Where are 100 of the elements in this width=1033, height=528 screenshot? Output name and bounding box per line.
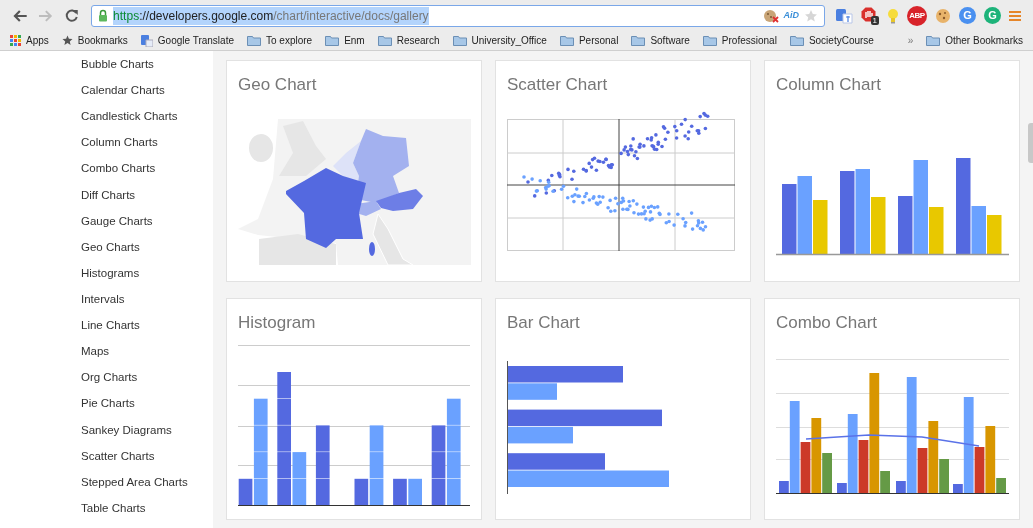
card-title: Histogram bbox=[238, 313, 317, 333]
apps-grid-icon bbox=[10, 35, 21, 46]
chart-bar bbox=[446, 425, 461, 452]
bookmark[interactable]: SocietyCourse bbox=[789, 33, 874, 48]
sidebar-link[interactable]: Maps bbox=[81, 345, 213, 372]
card-title: Scatter Chart bbox=[507, 75, 609, 95]
chart-bar bbox=[431, 425, 446, 452]
bookmark[interactable]: Research bbox=[377, 33, 440, 48]
lock-icon bbox=[98, 9, 109, 22]
folder-icon bbox=[452, 35, 467, 46]
folder-icon bbox=[377, 35, 392, 46]
url-text: https://developers.google.com/chart/interactive/docs/gallery bbox=[113, 6, 429, 25]
folder-icon bbox=[559, 35, 574, 46]
sidebar-link[interactable]: Histograms bbox=[81, 266, 213, 293]
sidebar-link[interactable]: Calendar Charts bbox=[81, 84, 213, 111]
chart-bar bbox=[277, 372, 291, 399]
menu-icon[interactable] bbox=[1009, 9, 1021, 22]
chart-bar bbox=[238, 478, 253, 505]
chart-bar bbox=[393, 478, 407, 505]
card-title: Bar Chart bbox=[507, 313, 581, 333]
chart-bar bbox=[354, 478, 369, 505]
folder-icon bbox=[789, 35, 804, 46]
sidebar-link[interactable]: Geo Charts bbox=[81, 240, 213, 267]
notification-badge: 1 bbox=[870, 15, 879, 25]
chart-bar bbox=[315, 425, 330, 452]
star-icon[interactable] bbox=[804, 8, 818, 23]
sidebar-link[interactable]: Scatter Charts bbox=[81, 449, 213, 476]
translate-icon[interactable] bbox=[835, 7, 853, 24]
bookmark[interactable]: Enm bbox=[325, 33, 365, 48]
cookie-icon[interactable] bbox=[762, 8, 779, 23]
bookmark[interactable]: Bookmarks bbox=[61, 33, 128, 48]
chart-bar bbox=[253, 478, 268, 505]
sidebar-link[interactable]: Org Charts bbox=[81, 371, 213, 398]
chart-bar bbox=[446, 478, 461, 505]
chart-bar bbox=[408, 478, 422, 505]
folder-icon bbox=[702, 35, 717, 46]
address-bar[interactable]: https://developers.google.com/chart/interactive/docs/gallery AiD bbox=[91, 4, 825, 27]
sidebar-link[interactable]: Stepped Area Charts bbox=[81, 475, 213, 502]
chart-bar bbox=[277, 425, 291, 452]
chart-bar bbox=[253, 452, 268, 479]
chart-card[interactable]: Column Chart bbox=[764, 60, 1020, 282]
sidebar-link[interactable]: Combo Charts bbox=[81, 162, 213, 189]
chart-bar bbox=[987, 215, 1002, 254]
bookmark[interactable]: Apps bbox=[10, 33, 49, 48]
folder-icon bbox=[926, 35, 941, 46]
sidebar-link[interactable]: Bubble Charts bbox=[81, 58, 213, 85]
bookmark[interactable]: Personal bbox=[559, 33, 619, 48]
chart-card[interactable]: Histogram bbox=[226, 298, 482, 520]
reload-icon[interactable] bbox=[65, 8, 80, 23]
chart-bar bbox=[446, 452, 461, 479]
chart-card[interactable]: Bar Chart bbox=[495, 298, 751, 520]
bookmark[interactable]: Professional bbox=[702, 33, 777, 48]
extension-label[interactable]: AiD bbox=[783, 8, 799, 23]
chart-card[interactable]: Scatter Chart bbox=[495, 60, 751, 282]
bookmark[interactable]: To explore bbox=[247, 33, 313, 48]
stop-hand-extension[interactable]: 1 bbox=[861, 6, 879, 25]
chart-bar bbox=[782, 184, 797, 254]
bookmark[interactable]: Other Bookmarks bbox=[926, 33, 1023, 48]
chart-card[interactable]: Geo Chart bbox=[226, 60, 482, 282]
overflow-chevron[interactable]: » bbox=[907, 33, 914, 48]
chart-bar bbox=[277, 478, 291, 505]
sidebar-link[interactable]: Diff Charts bbox=[81, 188, 213, 215]
chart-bar bbox=[369, 478, 384, 505]
chart-bar bbox=[253, 425, 268, 452]
chart-bar bbox=[315, 452, 330, 479]
sidebar-link[interactable]: Pie Charts bbox=[81, 397, 213, 424]
folder-icon bbox=[325, 35, 340, 46]
chart-card[interactable]: Combo Chart bbox=[764, 298, 1020, 520]
sidebar-link[interactable]: Gauge Charts bbox=[81, 214, 213, 241]
back-icon[interactable] bbox=[12, 8, 28, 23]
chart-bar bbox=[253, 398, 268, 425]
scrollbar-thumb[interactable] bbox=[1028, 123, 1033, 163]
sidebar-link[interactable]: Line Charts bbox=[81, 319, 213, 346]
bookmark[interactable]: University_Office bbox=[452, 33, 547, 48]
card-title: Geo Chart bbox=[238, 75, 318, 95]
folder-icon bbox=[247, 35, 261, 46]
cookie-icon[interactable] bbox=[935, 7, 951, 24]
chart-bar bbox=[446, 398, 461, 425]
card-title: Combo Chart bbox=[776, 313, 879, 333]
chart-bar bbox=[369, 452, 384, 479]
chart-bar bbox=[431, 478, 446, 505]
sidebar-link[interactable]: Table Charts bbox=[81, 501, 213, 528]
chart-bar bbox=[277, 452, 291, 479]
chart-bar bbox=[292, 478, 307, 505]
adblock-button[interactable]: ABP bbox=[907, 5, 927, 26]
chart-bar bbox=[277, 398, 291, 425]
sidebar-link[interactable]: Candlestick Charts bbox=[81, 110, 213, 137]
translate-icon bbox=[140, 34, 153, 47]
stop-hand-icon bbox=[861, 6, 876, 22]
sidebar-link[interactable]: Column Charts bbox=[81, 136, 213, 163]
sidebar-link[interactable]: Sankey Diagrams bbox=[81, 423, 213, 450]
sidebar-link[interactable]: Intervals bbox=[81, 293, 213, 320]
folder-icon bbox=[631, 35, 646, 46]
star-icon bbox=[61, 35, 73, 46]
chart-bar bbox=[292, 452, 307, 479]
chart-bar bbox=[315, 478, 330, 505]
bookmark[interactable]: Software bbox=[631, 33, 690, 48]
card-title: Column Chart bbox=[776, 75, 882, 95]
bookmark[interactable]: Google Translate bbox=[140, 33, 234, 48]
chart-bar bbox=[369, 425, 384, 452]
